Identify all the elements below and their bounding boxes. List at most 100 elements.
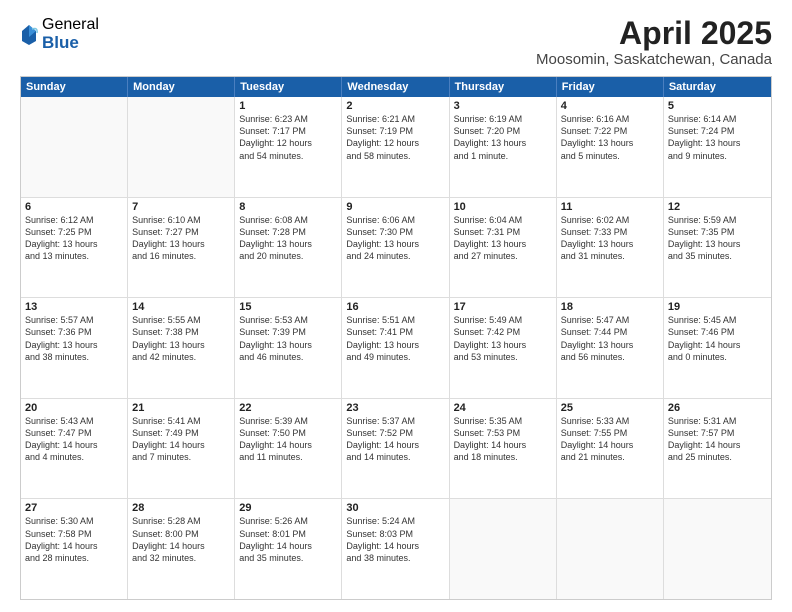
day-cell-6: 6Sunrise: 6:12 AMSunset: 7:25 PMDaylight… xyxy=(21,198,128,298)
day-info: Sunrise: 6:06 AMSunset: 7:30 PMDaylight:… xyxy=(346,214,444,263)
day-number: 30 xyxy=(346,502,444,514)
day-number: 6 xyxy=(25,201,123,213)
calendar-row-2: 13Sunrise: 5:57 AMSunset: 7:36 PMDayligh… xyxy=(21,298,771,399)
day-info: Sunrise: 5:37 AMSunset: 7:52 PMDaylight:… xyxy=(346,415,444,464)
day-info: Sunrise: 5:31 AMSunset: 7:57 PMDaylight:… xyxy=(668,415,767,464)
day-cell-19: 19Sunrise: 5:45 AMSunset: 7:46 PMDayligh… xyxy=(664,298,771,398)
day-cell-14: 14Sunrise: 5:55 AMSunset: 7:38 PMDayligh… xyxy=(128,298,235,398)
header-day-wednesday: Wednesday xyxy=(342,77,449,97)
day-info: Sunrise: 6:04 AMSunset: 7:31 PMDaylight:… xyxy=(454,214,552,263)
day-info: Sunrise: 5:59 AMSunset: 7:35 PMDaylight:… xyxy=(668,214,767,263)
day-number: 23 xyxy=(346,402,444,414)
logo-blue: Blue xyxy=(42,34,99,53)
day-info: Sunrise: 5:39 AMSunset: 7:50 PMDaylight:… xyxy=(239,415,337,464)
day-cell-30: 30Sunrise: 5:24 AMSunset: 8:03 PMDayligh… xyxy=(342,499,449,599)
day-cell-7: 7Sunrise: 6:10 AMSunset: 7:27 PMDaylight… xyxy=(128,198,235,298)
day-info: Sunrise: 6:19 AMSunset: 7:20 PMDaylight:… xyxy=(454,113,552,162)
logo: General Blue xyxy=(20,16,99,52)
day-number: 3 xyxy=(454,100,552,112)
day-info: Sunrise: 5:28 AMSunset: 8:00 PMDaylight:… xyxy=(132,515,230,564)
day-number: 5 xyxy=(668,100,767,112)
day-cell-18: 18Sunrise: 5:47 AMSunset: 7:44 PMDayligh… xyxy=(557,298,664,398)
calendar-row-4: 27Sunrise: 5:30 AMSunset: 7:58 PMDayligh… xyxy=(21,499,771,599)
day-info: Sunrise: 5:53 AMSunset: 7:39 PMDaylight:… xyxy=(239,314,337,363)
day-cell-12: 12Sunrise: 5:59 AMSunset: 7:35 PMDayligh… xyxy=(664,198,771,298)
day-cell-13: 13Sunrise: 5:57 AMSunset: 7:36 PMDayligh… xyxy=(21,298,128,398)
day-number: 26 xyxy=(668,402,767,414)
day-number: 19 xyxy=(668,301,767,313)
day-cell-1: 1Sunrise: 6:23 AMSunset: 7:17 PMDaylight… xyxy=(235,97,342,197)
day-cell-28: 28Sunrise: 5:28 AMSunset: 8:00 PMDayligh… xyxy=(128,499,235,599)
day-cell-22: 22Sunrise: 5:39 AMSunset: 7:50 PMDayligh… xyxy=(235,399,342,499)
day-cell-4: 4Sunrise: 6:16 AMSunset: 7:22 PMDaylight… xyxy=(557,97,664,197)
day-number: 20 xyxy=(25,402,123,414)
header-day-friday: Friday xyxy=(557,77,664,97)
logo-text: General Blue xyxy=(42,16,99,52)
page-subtitle: Moosomin, Saskatchewan, Canada xyxy=(536,51,772,68)
day-number: 1 xyxy=(239,100,337,112)
logo-icon xyxy=(20,23,38,45)
calendar-body: 1Sunrise: 6:23 AMSunset: 7:17 PMDaylight… xyxy=(21,97,771,599)
day-info: Sunrise: 5:51 AMSunset: 7:41 PMDaylight:… xyxy=(346,314,444,363)
day-info: Sunrise: 6:16 AMSunset: 7:22 PMDaylight:… xyxy=(561,113,659,162)
day-number: 4 xyxy=(561,100,659,112)
calendar-row-1: 6Sunrise: 6:12 AMSunset: 7:25 PMDaylight… xyxy=(21,198,771,299)
day-number: 17 xyxy=(454,301,552,313)
day-info: Sunrise: 5:47 AMSunset: 7:44 PMDaylight:… xyxy=(561,314,659,363)
day-number: 16 xyxy=(346,301,444,313)
day-cell-20: 20Sunrise: 5:43 AMSunset: 7:47 PMDayligh… xyxy=(21,399,128,499)
day-cell-2: 2Sunrise: 6:21 AMSunset: 7:19 PMDaylight… xyxy=(342,97,449,197)
day-info: Sunrise: 5:30 AMSunset: 7:58 PMDaylight:… xyxy=(25,515,123,564)
day-number: 9 xyxy=(346,201,444,213)
day-info: Sunrise: 6:02 AMSunset: 7:33 PMDaylight:… xyxy=(561,214,659,263)
day-info: Sunrise: 5:57 AMSunset: 7:36 PMDaylight:… xyxy=(25,314,123,363)
calendar-row-3: 20Sunrise: 5:43 AMSunset: 7:47 PMDayligh… xyxy=(21,399,771,500)
header-day-tuesday: Tuesday xyxy=(235,77,342,97)
day-number: 29 xyxy=(239,502,337,514)
day-number: 22 xyxy=(239,402,337,414)
day-cell-24: 24Sunrise: 5:35 AMSunset: 7:53 PMDayligh… xyxy=(450,399,557,499)
day-info: Sunrise: 5:26 AMSunset: 8:01 PMDaylight:… xyxy=(239,515,337,564)
day-cell-10: 10Sunrise: 6:04 AMSunset: 7:31 PMDayligh… xyxy=(450,198,557,298)
day-cell-17: 17Sunrise: 5:49 AMSunset: 7:42 PMDayligh… xyxy=(450,298,557,398)
day-number: 25 xyxy=(561,402,659,414)
day-info: Sunrise: 5:55 AMSunset: 7:38 PMDaylight:… xyxy=(132,314,230,363)
header-day-saturday: Saturday xyxy=(664,77,771,97)
day-number: 18 xyxy=(561,301,659,313)
day-number: 21 xyxy=(132,402,230,414)
day-number: 8 xyxy=(239,201,337,213)
day-number: 14 xyxy=(132,301,230,313)
day-cell-15: 15Sunrise: 5:53 AMSunset: 7:39 PMDayligh… xyxy=(235,298,342,398)
day-info: Sunrise: 5:35 AMSunset: 7:53 PMDaylight:… xyxy=(454,415,552,464)
day-info: Sunrise: 5:49 AMSunset: 7:42 PMDaylight:… xyxy=(454,314,552,363)
day-cell-9: 9Sunrise: 6:06 AMSunset: 7:30 PMDaylight… xyxy=(342,198,449,298)
day-info: Sunrise: 5:24 AMSunset: 8:03 PMDaylight:… xyxy=(346,515,444,564)
day-cell-23: 23Sunrise: 5:37 AMSunset: 7:52 PMDayligh… xyxy=(342,399,449,499)
header-day-sunday: Sunday xyxy=(21,77,128,97)
day-cell-8: 8Sunrise: 6:08 AMSunset: 7:28 PMDaylight… xyxy=(235,198,342,298)
page-title: April 2025 xyxy=(536,16,772,51)
day-info: Sunrise: 5:33 AMSunset: 7:55 PMDaylight:… xyxy=(561,415,659,464)
day-cell-5: 5Sunrise: 6:14 AMSunset: 7:24 PMDaylight… xyxy=(664,97,771,197)
day-number: 28 xyxy=(132,502,230,514)
empty-cell xyxy=(450,499,557,599)
day-number: 24 xyxy=(454,402,552,414)
day-info: Sunrise: 6:14 AMSunset: 7:24 PMDaylight:… xyxy=(668,113,767,162)
empty-cell xyxy=(21,97,128,197)
logo-general: General xyxy=(42,16,99,34)
day-cell-16: 16Sunrise: 5:51 AMSunset: 7:41 PMDayligh… xyxy=(342,298,449,398)
day-cell-27: 27Sunrise: 5:30 AMSunset: 7:58 PMDayligh… xyxy=(21,499,128,599)
day-cell-25: 25Sunrise: 5:33 AMSunset: 7:55 PMDayligh… xyxy=(557,399,664,499)
day-info: Sunrise: 6:23 AMSunset: 7:17 PMDaylight:… xyxy=(239,113,337,162)
empty-cell xyxy=(557,499,664,599)
day-number: 13 xyxy=(25,301,123,313)
day-number: 2 xyxy=(346,100,444,112)
day-number: 10 xyxy=(454,201,552,213)
day-info: Sunrise: 5:41 AMSunset: 7:49 PMDaylight:… xyxy=(132,415,230,464)
day-cell-21: 21Sunrise: 5:41 AMSunset: 7:49 PMDayligh… xyxy=(128,399,235,499)
day-cell-11: 11Sunrise: 6:02 AMSunset: 7:33 PMDayligh… xyxy=(557,198,664,298)
calendar-row-0: 1Sunrise: 6:23 AMSunset: 7:17 PMDaylight… xyxy=(21,97,771,198)
day-info: Sunrise: 6:21 AMSunset: 7:19 PMDaylight:… xyxy=(346,113,444,162)
day-number: 7 xyxy=(132,201,230,213)
day-cell-3: 3Sunrise: 6:19 AMSunset: 7:20 PMDaylight… xyxy=(450,97,557,197)
